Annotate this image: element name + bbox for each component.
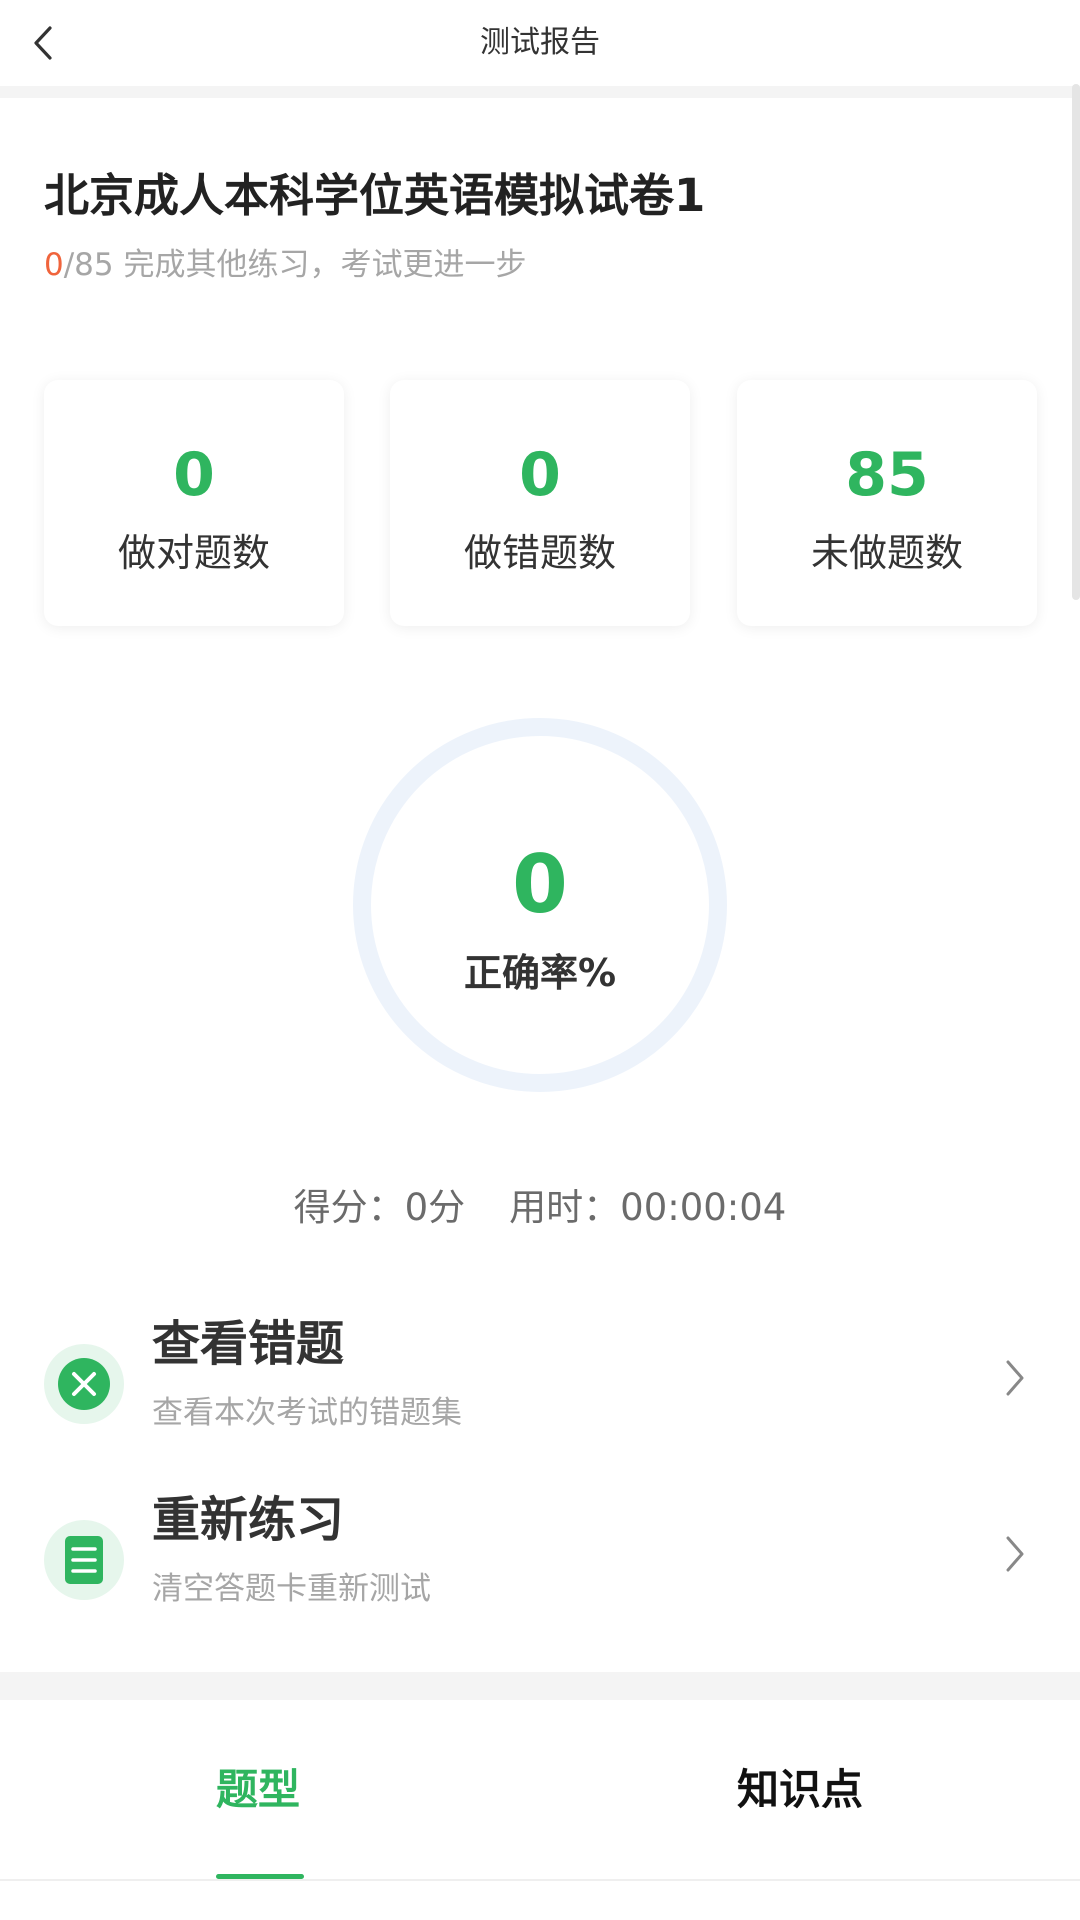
close-circle-icon bbox=[58, 1358, 110, 1410]
action-subtitle: 查看本次考试的错题集 bbox=[152, 1395, 462, 1431]
stat-label: 做错题数 bbox=[463, 531, 616, 575]
accuracy-label: 正确率% bbox=[463, 951, 617, 995]
stat-card-correct: 0 做对题数 bbox=[44, 380, 344, 626]
document-icon bbox=[65, 1536, 103, 1584]
score-time-line: 得分：0分 用时：00:00:04 bbox=[0, 1183, 1080, 1233]
progress-hint: 完成其他练习，考试更进一步 bbox=[113, 247, 527, 283]
stat-value: 85 bbox=[845, 440, 929, 510]
re-practice-row[interactable]: 重新练习 清空答题卡重新测试 bbox=[0, 1480, 1080, 1630]
test-report-page: 测试报告 北京成人本科学位英语模拟试卷1 0/85 完成其他练习，考试更进一步 … bbox=[0, 0, 1080, 1920]
time-text: 用时：00:00:04 bbox=[509, 1186, 787, 1229]
chevron-right-icon bbox=[1006, 1536, 1024, 1572]
page-title: 测试报告 bbox=[480, 25, 600, 60]
chevron-right-icon bbox=[1006, 1360, 1024, 1396]
header-bar: 测试报告 bbox=[0, 0, 1080, 86]
total-count: /85 bbox=[63, 247, 114, 283]
progress-line: 0/85 完成其他练习，考试更进一步 bbox=[44, 244, 526, 286]
action-title: 重新练习 bbox=[152, 1492, 345, 1548]
section-divider bbox=[0, 1672, 1080, 1700]
stat-card-undone: 85 未做题数 bbox=[737, 380, 1037, 626]
action-title: 查看错题 bbox=[152, 1316, 345, 1372]
stat-label: 未做题数 bbox=[810, 531, 963, 575]
exam-title: 北京成人本科学位英语模拟试卷1 bbox=[44, 169, 706, 222]
action-subtitle: 清空答题卡重新测试 bbox=[152, 1571, 431, 1607]
wrong-icon-container bbox=[44, 1344, 124, 1424]
tab-bar-divider bbox=[0, 1879, 1080, 1881]
view-wrong-questions-row[interactable]: 查看错题 查看本次考试的错题集 bbox=[0, 1304, 1080, 1454]
header-divider bbox=[0, 86, 1080, 98]
tab-knowledge-points[interactable]: 知识点 bbox=[650, 1760, 950, 1820]
stat-card-wrong: 0 做错题数 bbox=[390, 380, 690, 626]
scrollbar[interactable] bbox=[1072, 84, 1080, 600]
score-text: 得分：0分 bbox=[293, 1186, 466, 1229]
tab-question-types[interactable]: 题型 bbox=[108, 1760, 408, 1820]
stat-value: 0 bbox=[173, 440, 215, 510]
accuracy-value: 0 bbox=[512, 838, 568, 931]
stat-label: 做对题数 bbox=[117, 531, 270, 575]
practice-icon-container bbox=[44, 1520, 124, 1600]
completed-count: 0 bbox=[44, 247, 64, 283]
stat-value: 0 bbox=[519, 440, 561, 510]
